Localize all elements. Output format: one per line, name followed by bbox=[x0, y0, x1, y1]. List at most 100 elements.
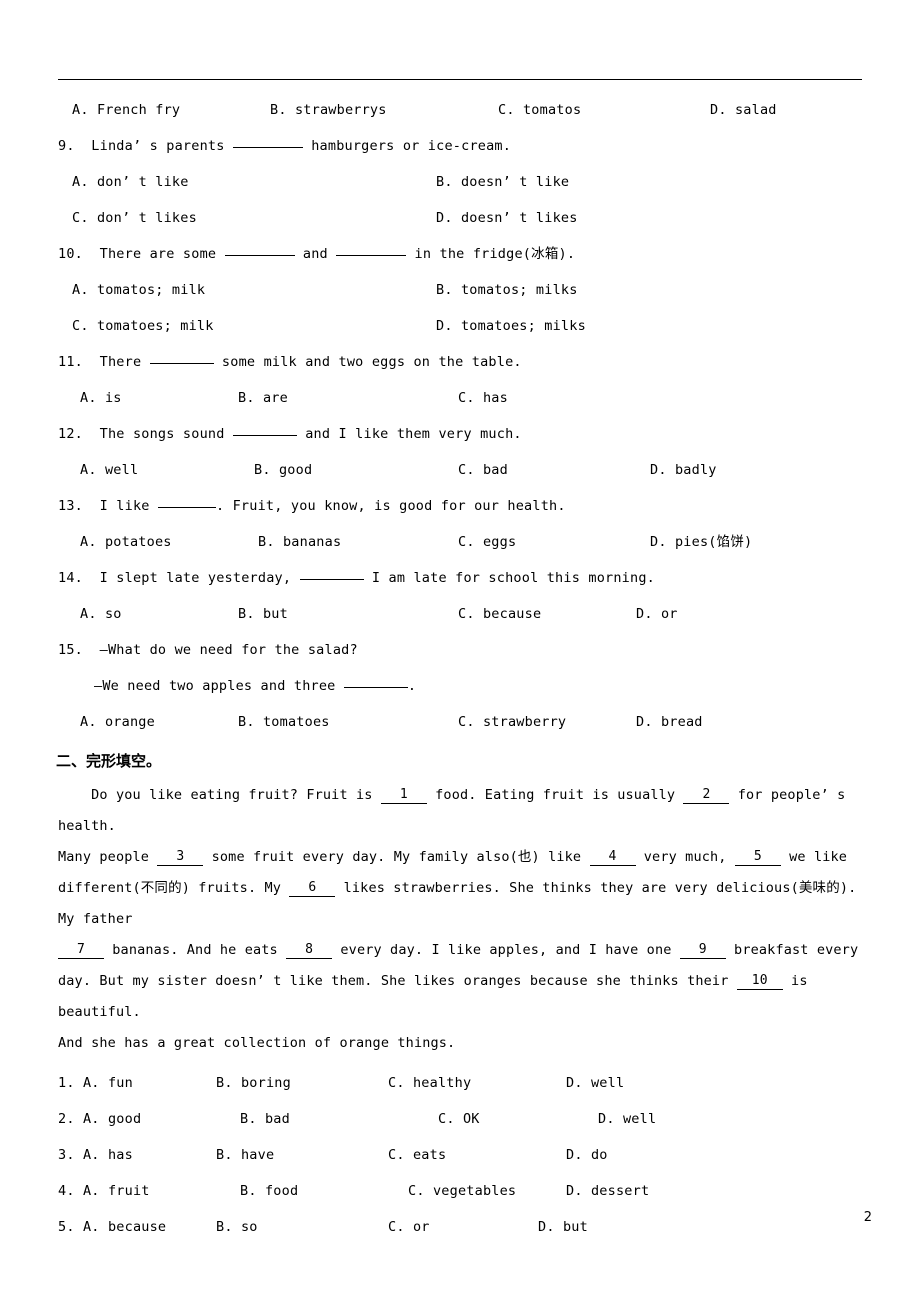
option-d: D. do bbox=[566, 1147, 608, 1163]
option-c: C. healthy bbox=[388, 1075, 472, 1091]
answer-blank[interactable] bbox=[232, 435, 297, 436]
question-10-stem: 10. There are some and in the fridge(冰箱)… bbox=[58, 236, 868, 272]
header-rule bbox=[58, 79, 862, 80]
answer-blank[interactable] bbox=[232, 147, 303, 148]
stem-text-before: 14. I slept late yesterday, bbox=[58, 570, 300, 586]
option-c: C. OK bbox=[438, 1111, 480, 1127]
question-10-options-row-2: C. tomatoes; milk D. tomatoes; milks bbox=[58, 308, 868, 344]
question-15-stem-line-1: 15. —What do we need for the salad? bbox=[58, 642, 358, 658]
option-c: C. strawberry bbox=[458, 714, 567, 730]
question-13-options: A. potatoes B. bananas C. eggs D. pies(馅… bbox=[58, 524, 868, 560]
question-11-stem: 11. There some milk and two eggs on the … bbox=[58, 344, 868, 380]
cloze-passage-text: Do you like eating fruit? Fruit is 1 foo… bbox=[58, 787, 859, 1051]
option-b: B. good bbox=[254, 462, 313, 478]
option-d: D. well bbox=[566, 1075, 625, 1091]
cloze-options-list: 1. A. fun B. boring C. healthy D. well 2… bbox=[58, 1065, 868, 1245]
option-b: B. strawberrys bbox=[270, 102, 387, 118]
option-d: D. salad bbox=[710, 102, 777, 118]
option-c: C. because bbox=[458, 606, 542, 622]
option-c: C. eggs bbox=[458, 534, 517, 550]
cloze-option-row-5: 5. A. because B. so C. or D. but bbox=[58, 1209, 868, 1245]
answer-blank-1[interactable] bbox=[224, 255, 295, 256]
cloze-option-row-1: 1. A. fun B. boring C. healthy D. well bbox=[58, 1065, 868, 1101]
answer-blank[interactable] bbox=[157, 507, 216, 508]
option-c: C. vegetables bbox=[408, 1183, 517, 1199]
question-15-options: A. orange B. tomatoes C. strawberry D. b… bbox=[58, 704, 868, 740]
stem-text-before: 12. The songs sound bbox=[58, 426, 233, 442]
question-10-options-row-1: A. tomatos; milk B. tomatos; milks bbox=[58, 272, 868, 308]
option-c: C. has bbox=[458, 390, 508, 406]
option-d: D. well bbox=[598, 1111, 657, 1127]
option-d: D. dessert bbox=[566, 1183, 650, 1199]
answer-blank[interactable] bbox=[149, 363, 214, 364]
option-a: 2. A. good bbox=[58, 1111, 142, 1127]
option-a: A. potatoes bbox=[80, 534, 172, 550]
option-d: D. but bbox=[538, 1219, 588, 1235]
question-8-options: A. French fry B. strawberrys C. tomatos … bbox=[58, 92, 868, 128]
option-a: A. is bbox=[80, 390, 122, 406]
cloze-blank-2[interactable]: 2 bbox=[683, 787, 730, 804]
option-b: B. tomatos; milks bbox=[436, 282, 578, 298]
option-d: D. pies(馅饼) bbox=[650, 534, 753, 550]
answer-blank-2[interactable] bbox=[336, 255, 407, 256]
option-a: A. tomatos; milk bbox=[72, 282, 206, 298]
cloze-blank-4[interactable]: 4 bbox=[589, 849, 636, 866]
question-14-options: A. so B. but C. because D. or bbox=[58, 596, 868, 632]
cloze-blank-7[interactable]: 7 bbox=[58, 942, 104, 959]
cloze-blank-1[interactable]: 1 bbox=[380, 787, 427, 804]
answer-blank[interactable] bbox=[343, 687, 408, 688]
option-b: B. tomatoes bbox=[238, 714, 330, 730]
stem-text-after: and I like them very much. bbox=[296, 426, 522, 442]
option-a: A. don’ t like bbox=[72, 174, 189, 190]
stem-text-3: in the fridge(冰箱). bbox=[406, 246, 576, 262]
option-d: D. tomatoes; milks bbox=[436, 318, 586, 334]
stem-text-after: . Fruit, you know, is good for our healt… bbox=[215, 498, 566, 514]
option-a: 4. A. fruit bbox=[58, 1183, 150, 1199]
option-b: B. doesn’ t like bbox=[436, 174, 570, 190]
cloze-blank-8[interactable]: 8 bbox=[286, 942, 333, 959]
option-b: B. boring bbox=[216, 1075, 291, 1091]
stem-text-after: some milk and two eggs on the table. bbox=[213, 354, 522, 370]
stem-text-1: 10. There are some bbox=[58, 246, 225, 262]
question-14-stem: 14. I slept late yesterday, I am late fo… bbox=[58, 560, 868, 596]
stem-text-before: 13. I like bbox=[58, 498, 158, 514]
question-9-options-row-1: A. don’ t like B. doesn’ t like bbox=[58, 164, 868, 200]
option-a: A. orange bbox=[80, 714, 155, 730]
option-c: C. don’ t likes bbox=[72, 210, 197, 226]
option-c: C. tomatoes; milk bbox=[72, 318, 214, 334]
answer-blank[interactable] bbox=[299, 579, 364, 580]
option-a: A. so bbox=[80, 606, 122, 622]
page-number: 2 bbox=[863, 1210, 872, 1225]
option-d: D. badly bbox=[650, 462, 717, 478]
question-13-stem: 13. I like . Fruit, you know, is good fo… bbox=[58, 488, 868, 524]
stem-text-before: —We need two apples and three bbox=[94, 678, 344, 694]
stem-text-after: . bbox=[407, 678, 417, 694]
document-content: A. French fry B. strawberrys C. tomatos … bbox=[56, 92, 868, 1245]
stem-text-before: 9. Linda’ s parents bbox=[58, 138, 233, 154]
stem-text-before: 11. There bbox=[58, 354, 150, 370]
option-d: D. bread bbox=[636, 714, 703, 730]
option-b: B. have bbox=[216, 1147, 275, 1163]
cloze-blank-6[interactable]: 6 bbox=[289, 880, 336, 897]
cloze-blank-3[interactable]: 3 bbox=[157, 849, 204, 866]
option-c: C. tomatos bbox=[498, 102, 582, 118]
option-b: B. are bbox=[238, 390, 288, 406]
question-9-stem: 9. Linda’ s parents hamburgers or ice-cr… bbox=[58, 128, 868, 164]
option-a: A. well bbox=[80, 462, 139, 478]
option-d: D. doesn’ t likes bbox=[436, 210, 578, 226]
question-12-stem: 12. The songs sound and I like them very… bbox=[58, 416, 868, 452]
question-11-options: A. is B. are C. has bbox=[58, 380, 868, 416]
stem-text-after: I am late for school this morning. bbox=[363, 570, 655, 586]
option-a: 3. A. has bbox=[58, 1147, 133, 1163]
option-c: C. bad bbox=[458, 462, 508, 478]
option-c: C. eats bbox=[388, 1147, 447, 1163]
cloze-blank-10[interactable]: 10 bbox=[736, 973, 783, 990]
option-c: C. or bbox=[388, 1219, 430, 1235]
cloze-passage: Do you like eating fruit? Fruit is 1 foo… bbox=[58, 780, 868, 1059]
cloze-blank-5[interactable]: 5 bbox=[734, 849, 781, 866]
question-12-options: A. well B. good C. bad D. badly bbox=[58, 452, 868, 488]
cloze-blank-9[interactable]: 9 bbox=[679, 942, 726, 959]
option-a: 1. A. fun bbox=[58, 1075, 133, 1091]
option-b: B. so bbox=[216, 1219, 258, 1235]
cloze-option-row-4: 4. A. fruit B. food C. vegetables D. des… bbox=[58, 1173, 868, 1209]
